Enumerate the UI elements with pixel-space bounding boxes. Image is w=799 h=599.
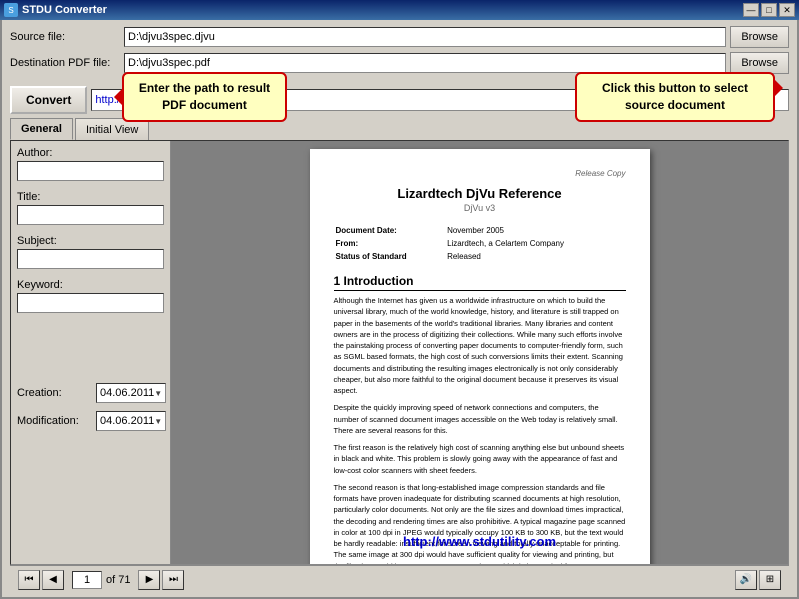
subject-label: Subject: — [17, 235, 164, 247]
pdf-meta-table: Document Date: November 2005 From: Lizar… — [334, 223, 626, 264]
convert-button[interactable]: Convert — [10, 86, 87, 114]
modification-arrow-icon: ▼ — [154, 417, 162, 426]
meta-key-1: From: — [336, 238, 446, 249]
meta-key-0: Document Date: — [336, 225, 446, 236]
pdf-para-1: Despite the quickly improving speed of n… — [334, 402, 626, 436]
page-info: of 71 — [72, 571, 130, 589]
creation-combo[interactable]: 04.06.2011 ▼ — [96, 383, 166, 403]
content-panel: Author: Title: Subject: Keyword: Creatio… — [10, 140, 789, 565]
pdf-release-copy: Release Copy — [334, 169, 626, 178]
browse-source-button[interactable]: Browse — [730, 26, 789, 48]
pdf-para-2: The first reason is the relatively high … — [334, 442, 626, 476]
close-button[interactable]: ✕ — [779, 3, 795, 17]
pdf-para-0: Although the Internet has given us a wor… — [334, 295, 626, 396]
pdf-watermark: http://www.stdutility.com — [310, 534, 650, 549]
creation-row: Creation: 04.06.2011 ▼ — [17, 383, 164, 403]
app-icon: S — [4, 3, 18, 17]
source-input[interactable] — [124, 27, 726, 47]
tooltip-right-text: Click this button to selectsource docume… — [602, 81, 748, 112]
meta-key-2: Status of Standard — [336, 251, 446, 262]
navigation-bar: ⏮ ◀ of 71 ▶ ⏭ 🔊 ⊞ — [10, 565, 789, 593]
keyword-row: Keyword: — [17, 279, 164, 313]
pdf-subtitle: DjVu v3 — [334, 203, 626, 213]
window-title: STDU Converter — [22, 4, 107, 16]
author-input[interactable] — [17, 161, 164, 181]
pdf-body: Although the Internet has given us a wor… — [334, 295, 626, 564]
pdf-para-3: The second reason is that long-establish… — [334, 482, 626, 564]
properties-panel: Author: Title: Subject: Keyword: Creatio… — [11, 141, 171, 564]
meta-val-2: Released — [447, 251, 623, 262]
next-page-button[interactable]: ▶ — [138, 570, 160, 590]
creation-arrow-icon: ▼ — [154, 389, 162, 398]
first-page-button[interactable]: ⏮ — [18, 570, 40, 590]
creation-label: Creation: — [17, 387, 92, 399]
title-input[interactable] — [17, 205, 164, 225]
subject-input[interactable] — [17, 249, 164, 269]
pdf-main-title: Lizardtech DjVu Reference — [334, 186, 626, 201]
author-row: Author: — [17, 147, 164, 181]
tooltip-left-text: Enter the path to resultPDF document — [139, 81, 270, 112]
browse-dest-button[interactable]: Browse — [730, 52, 789, 74]
total-pages: of 71 — [106, 574, 130, 586]
pdf-viewer[interactable]: Release Copy Lizardtech DjVu Reference D… — [171, 141, 788, 564]
title-label: Title: — [17, 191, 164, 203]
grid-button[interactable]: ⊞ — [759, 570, 781, 590]
last-page-button[interactable]: ⏭ — [162, 570, 184, 590]
tooltip-left: Enter the path to resultPDF document — [122, 72, 287, 122]
meta-val-0: November 2005 — [447, 225, 623, 236]
keyword-label: Keyword: — [17, 279, 164, 291]
maximize-button[interactable]: □ — [761, 3, 777, 17]
audio-button[interactable]: 🔊 — [735, 570, 757, 590]
dest-row: Destination PDF file: Browse — [10, 52, 789, 74]
main-window: Source file: Browse Destination PDF file… — [0, 20, 799, 599]
pdf-page: Release Copy Lizardtech DjVu Reference D… — [310, 149, 650, 564]
meta-val-1: Lizardtech, a Celartem Company — [447, 238, 623, 249]
dest-input[interactable] — [124, 53, 726, 73]
author-label: Author: — [17, 147, 164, 159]
source-label: Source file: — [10, 31, 120, 43]
modification-combo[interactable]: 04.06.2011 ▼ — [96, 411, 166, 431]
tab-general[interactable]: General — [10, 118, 73, 140]
current-page-input[interactable] — [72, 571, 102, 589]
tooltip-right: Click this button to selectsource docume… — [575, 72, 775, 122]
source-row: Source file: Browse — [10, 26, 789, 48]
title-row: Title: — [17, 191, 164, 225]
title-bar: S STDU Converter — □ ✕ — [0, 0, 799, 20]
pdf-section1: 1 Introduction — [334, 274, 626, 291]
modification-label: Modification: — [17, 415, 92, 427]
modification-row: Modification: 04.06.2011 ▼ — [17, 411, 164, 431]
dest-label: Destination PDF file: — [10, 57, 120, 69]
subject-row: Subject: — [17, 235, 164, 269]
keyword-input[interactable] — [17, 293, 164, 313]
prev-page-button[interactable]: ◀ — [42, 570, 64, 590]
minimize-button[interactable]: — — [743, 3, 759, 17]
